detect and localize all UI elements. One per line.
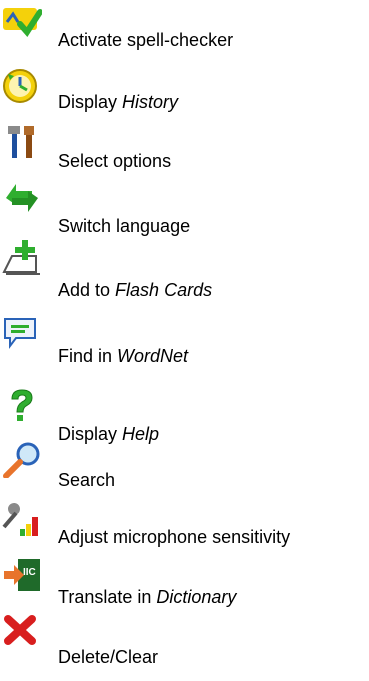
tools-options-icon xyxy=(2,124,42,160)
legend-label: Find in WordNet xyxy=(58,346,189,366)
add-flash-card-icon xyxy=(2,240,42,276)
legend-label: Activate spell-checker xyxy=(58,30,234,50)
legend-item-delete: Delete/Clear xyxy=(0,613,369,669)
legend-item-switch-language: Switch language xyxy=(0,180,369,236)
legend-label: Display History xyxy=(58,92,179,112)
legend-label: Translate in Dictionary xyxy=(58,587,237,607)
legend-label: Switch language xyxy=(58,216,191,236)
legend-item-options: Select options xyxy=(0,124,369,180)
help-question-icon xyxy=(2,388,42,424)
svg-text:IIC: IIC xyxy=(23,567,36,578)
microphone-sensitivity-icon xyxy=(2,501,42,537)
search-magnifier-icon xyxy=(2,442,42,478)
legend-item-help: Display Help xyxy=(0,388,369,444)
legend-item-search: Search xyxy=(0,442,369,498)
legend-item-spell-checker: Activate spell-checker xyxy=(0,6,369,62)
wordnet-chat-icon xyxy=(2,316,42,352)
legend-item-flash-cards: Add to Flash Cards xyxy=(0,240,369,300)
legend-label: Display Help xyxy=(58,424,160,444)
legend-label: Select options xyxy=(58,151,172,171)
history-clock-icon xyxy=(2,68,42,104)
legend-item-dictionary: IIC Translate in Dictionary xyxy=(0,557,369,613)
legend-item-wordnet: Find in WordNet xyxy=(0,316,369,372)
legend-item-microphone: Adjust microphone sensitivity xyxy=(0,501,369,557)
switch-language-arrows-icon xyxy=(2,180,42,216)
legend-label: Delete/Clear xyxy=(58,647,159,667)
legend-label: Adjust microphone sensitivity xyxy=(58,527,291,547)
translate-dictionary-icon: IIC xyxy=(2,557,42,593)
legend-item-history: Display History xyxy=(0,68,369,124)
spell-check-icon xyxy=(2,6,42,42)
delete-clear-icon xyxy=(2,613,42,649)
legend-label: Add to Flash Cards xyxy=(58,280,213,300)
legend-label: Search xyxy=(58,470,116,490)
